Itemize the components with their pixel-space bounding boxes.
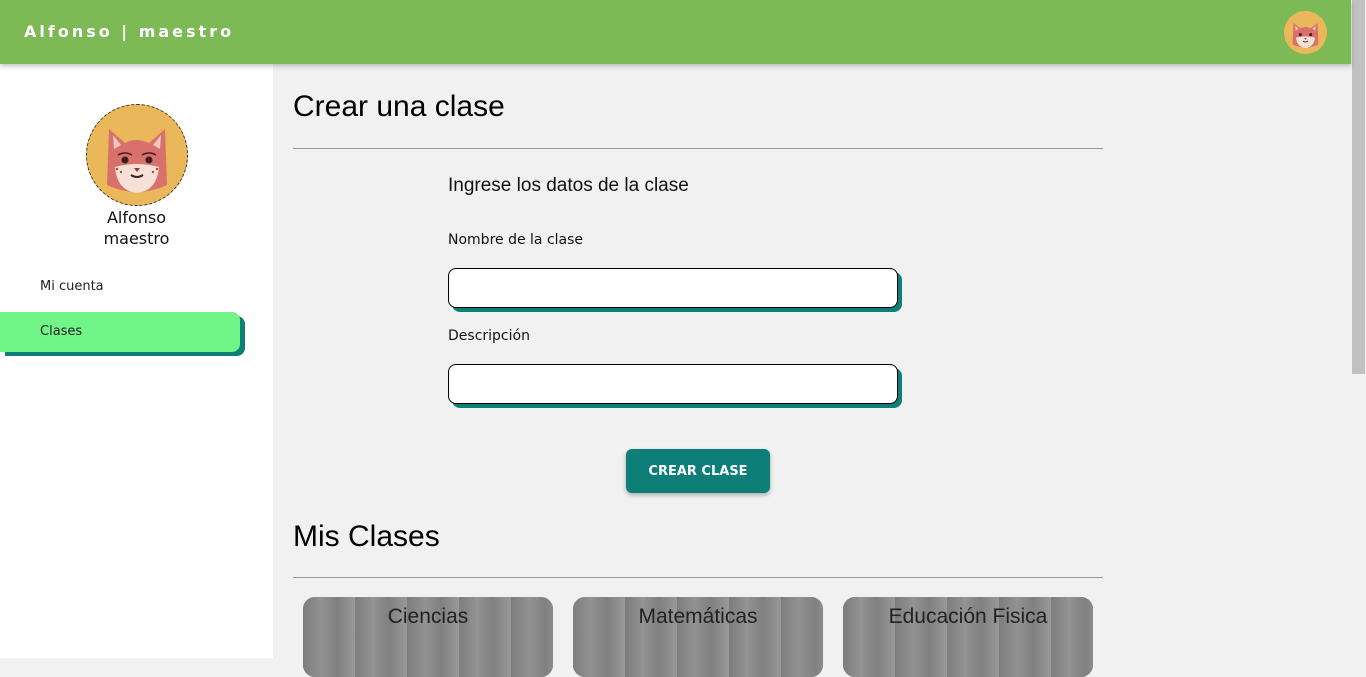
cat-avatar-icon <box>86 104 188 206</box>
cat-avatar-icon[interactable] <box>1284 11 1327 54</box>
page-title: Crear una clase <box>293 90 505 123</box>
class-card-ciencias[interactable]: Ciencias <box>303 597 553 677</box>
user-role: maestro <box>103 229 170 248</box>
description-label: Descripción <box>448 328 530 344</box>
sidebar-item-clases[interactable]: Clases <box>0 312 240 352</box>
class-card-title: Educación Fisica <box>888 605 1048 628</box>
form-heading: Ingrese los datos de la clase <box>448 175 689 196</box>
class-card-matematicas[interactable]: Matemáticas <box>573 597 823 677</box>
divider <box>293 577 1103 578</box>
sidebar: Alfonso maestro Mi cuenta Clases <box>0 64 273 658</box>
create-class-button[interactable]: CREAR CLASE <box>626 449 770 493</box>
page-scrollbar[interactable] <box>1351 0 1366 658</box>
description-input[interactable] <box>448 364 898 404</box>
scrollbar-thumb[interactable] <box>1352 0 1365 374</box>
class-card-educacion-fisica[interactable]: Educación Fisica <box>843 597 1093 677</box>
my-classes-title: Mis Clases <box>293 520 440 553</box>
main-content: Crear una clase Ingrese los datos de la … <box>273 64 1351 677</box>
user-first-name: Alfonso <box>106 208 167 227</box>
app-brand: Alfonso | maestro <box>24 22 235 41</box>
class-name-label: Nombre de la clase <box>448 232 584 248</box>
class-card-title: Ciencias <box>387 605 469 628</box>
top-bar: Alfonso | maestro <box>0 0 1351 64</box>
class-name-input[interactable] <box>448 268 898 308</box>
class-card-title: Matemáticas <box>638 605 758 628</box>
sidebar-item-mi-cuenta[interactable]: Mi cuenta <box>0 267 240 307</box>
divider <box>293 148 1103 149</box>
user-name: Alfonso maestro <box>0 207 273 249</box>
